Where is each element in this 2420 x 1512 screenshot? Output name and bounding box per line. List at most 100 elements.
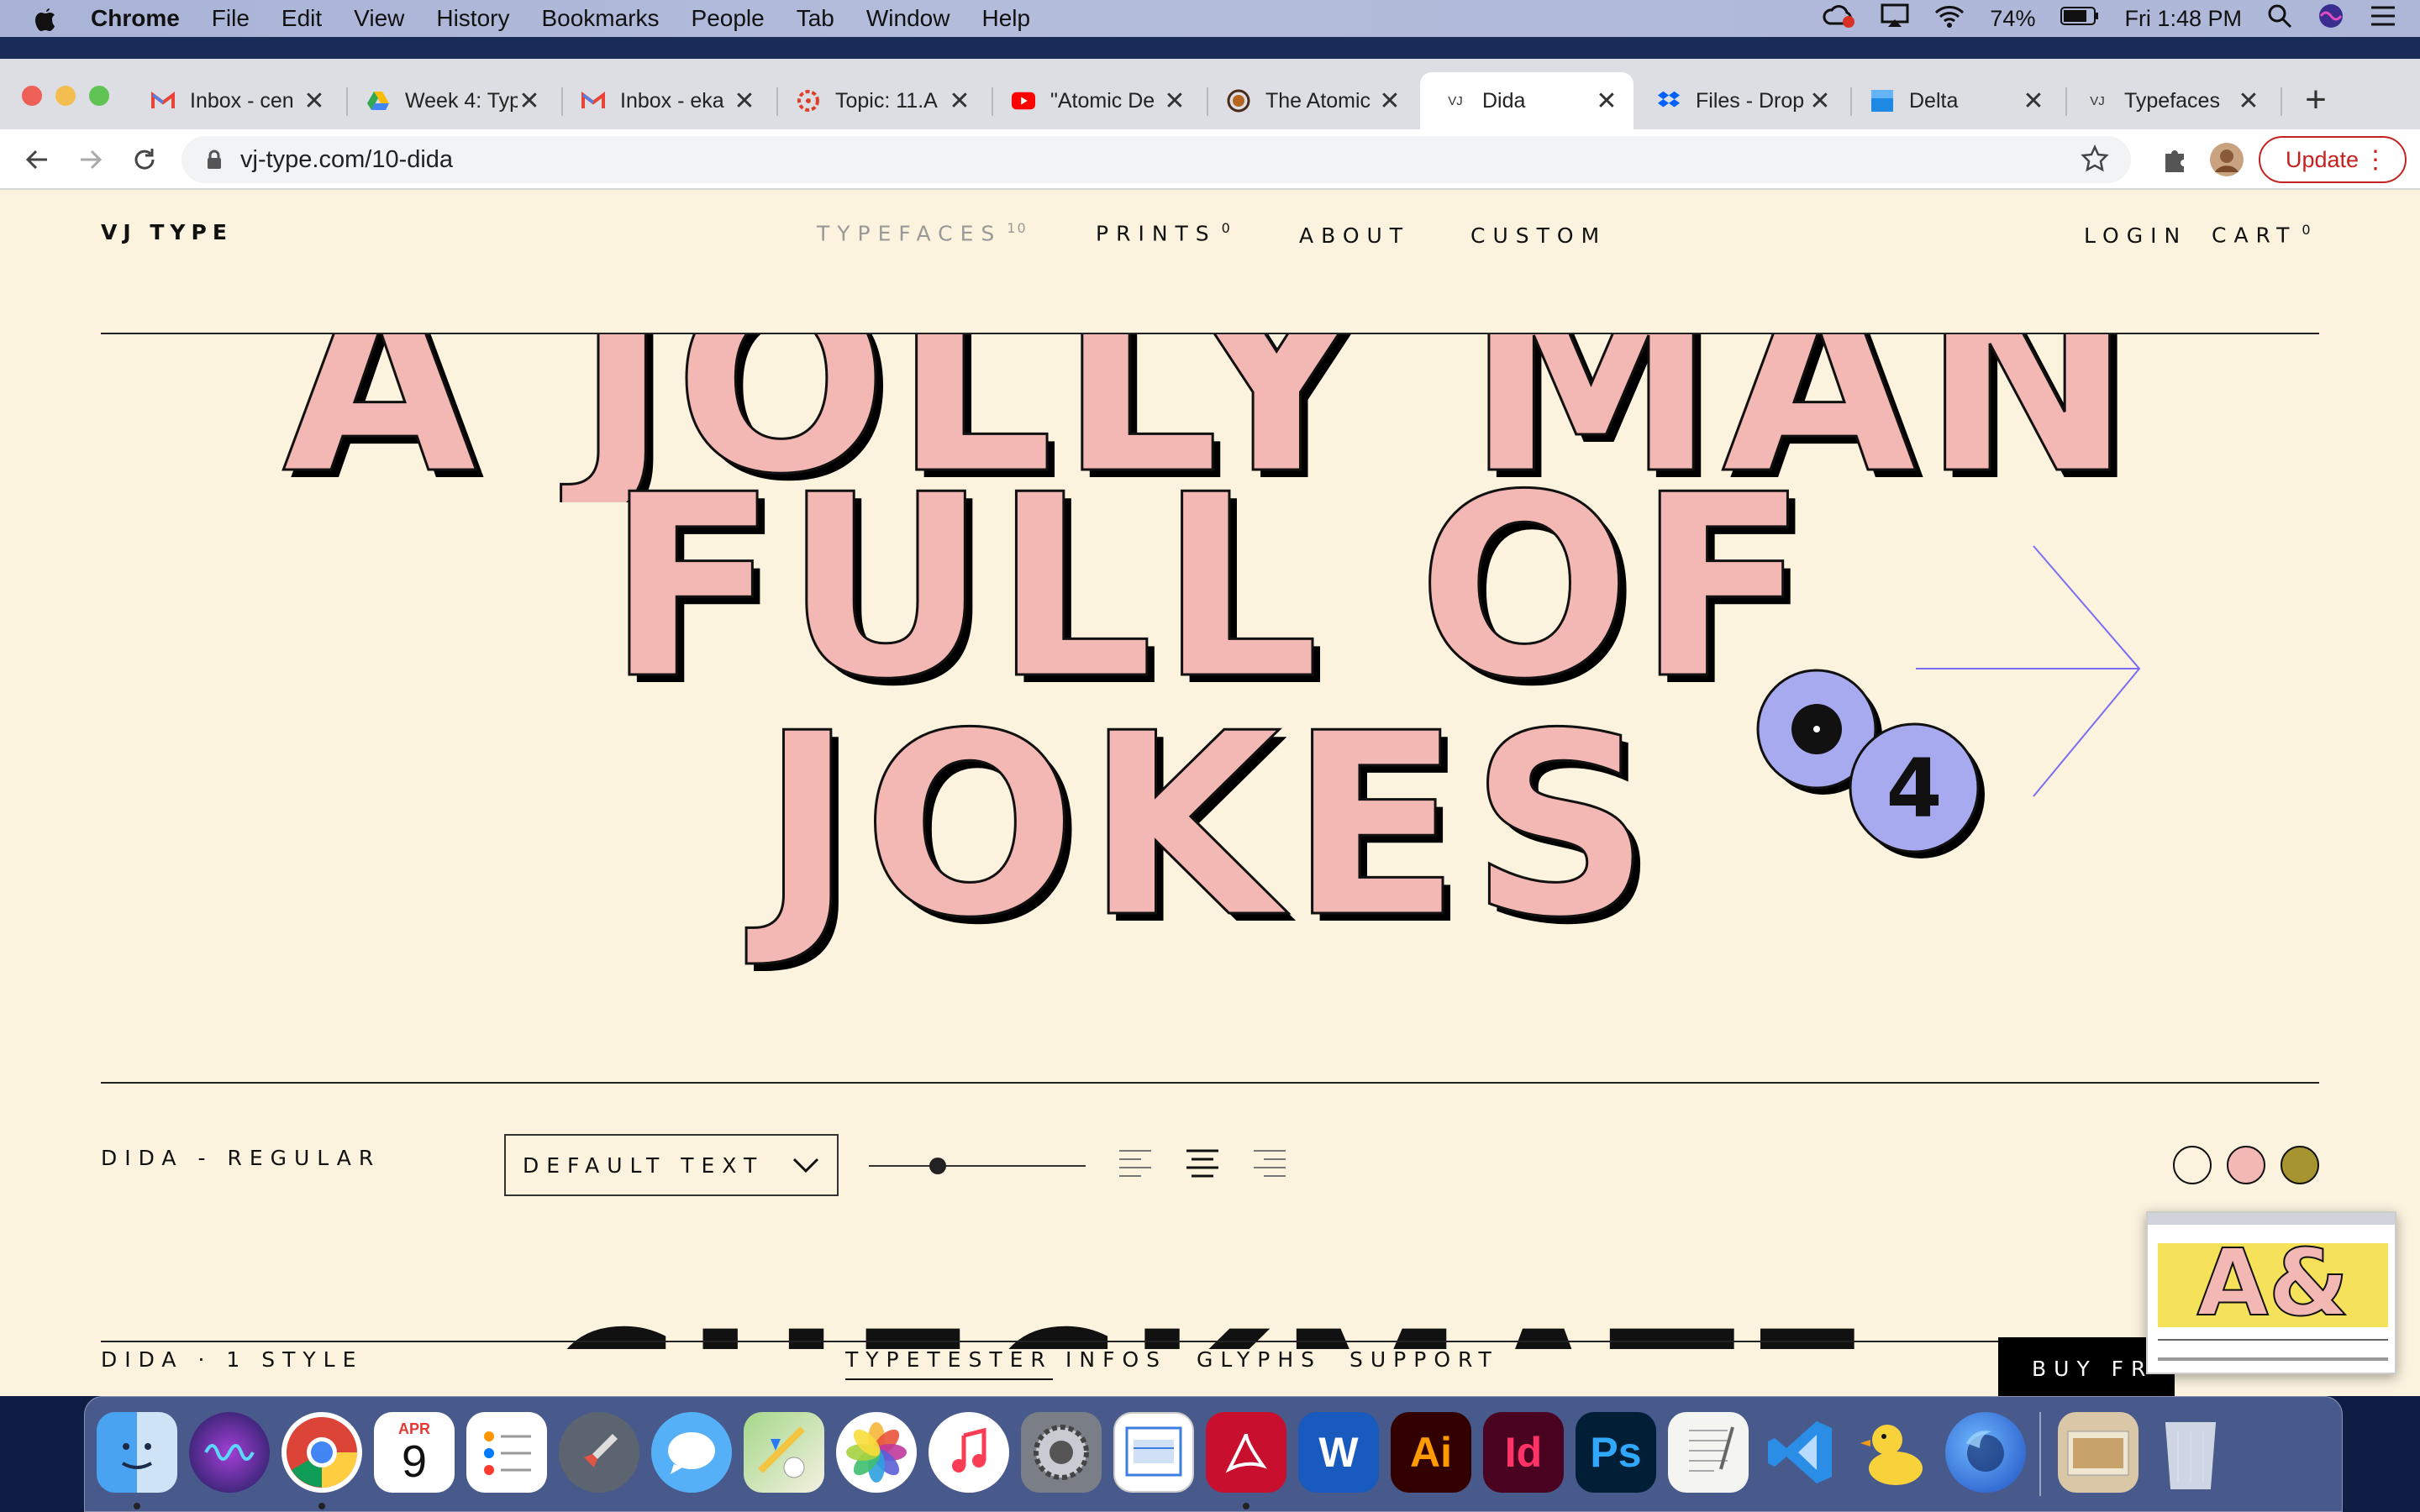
reminders-app-icon[interactable] xyxy=(466,1412,547,1493)
menu-window[interactable]: Window xyxy=(866,5,950,32)
tab-close-icon[interactable]: ✕ xyxy=(302,87,326,116)
system-preferences-icon[interactable] xyxy=(1021,1412,1102,1493)
menu-history[interactable]: History xyxy=(436,5,509,32)
cyberduck-app-icon[interactable] xyxy=(1853,1412,1933,1493)
photos-app-icon[interactable] xyxy=(836,1412,917,1493)
swatch-pink[interactable] xyxy=(2227,1146,2265,1184)
indesign-app-icon[interactable]: Id xyxy=(1483,1412,1564,1493)
close-window-button[interactable] xyxy=(22,86,42,106)
more-menu-icon[interactable]: ⋮ xyxy=(2363,146,2388,175)
calendar-app-icon[interactable]: APR 9 xyxy=(374,1412,455,1493)
tab-inbox-2[interactable]: Inbox - eka ✕ xyxy=(558,72,771,129)
vj-icon: VJ xyxy=(2086,89,2109,113)
launchpad-app-icon[interactable] xyxy=(559,1412,639,1493)
swatch-cream[interactable] xyxy=(2173,1146,2212,1184)
tab-close-icon[interactable]: ✕ xyxy=(733,87,756,116)
tab-close-icon[interactable]: ✕ xyxy=(518,87,541,116)
tab-typefaces[interactable]: VJ Typefaces ✕ xyxy=(2062,72,2275,129)
menu-view[interactable]: View xyxy=(354,5,404,32)
thumbnail-glyphs: A& xyxy=(2196,1228,2349,1337)
profile-avatar[interactable] xyxy=(2208,141,2245,178)
screenshot-thumbnail[interactable]: A& xyxy=(2146,1211,2396,1374)
address-bar[interactable]: vj-type.com/10-dida xyxy=(182,136,2131,183)
preview-app-icon[interactable] xyxy=(1113,1412,1194,1493)
menu-people[interactable]: People xyxy=(692,5,765,32)
wifi-icon[interactable] xyxy=(1934,4,1965,34)
sample-text-select[interactable]: DEFAULT TEXT xyxy=(504,1134,839,1196)
font-size-slider[interactable] xyxy=(869,1156,1086,1176)
tab-atomic-video[interactable]: "Atomic De ✕ xyxy=(988,72,1202,129)
update-button[interactable]: Update ⋮ xyxy=(2259,136,2407,183)
battery-icon[interactable] xyxy=(2060,5,2099,32)
apple-menu-icon[interactable] xyxy=(34,5,67,32)
menu-bookmarks[interactable]: Bookmarks xyxy=(541,5,659,32)
tab-glyphs[interactable]: GLYPHS xyxy=(1197,1347,1322,1372)
lock-icon[interactable] xyxy=(202,150,227,170)
align-center-icon[interactable] xyxy=(1185,1147,1220,1179)
maps-app-icon[interactable] xyxy=(744,1412,824,1493)
tab-close-icon[interactable]: ✕ xyxy=(948,87,971,116)
tab-close-icon[interactable]: ✕ xyxy=(1163,87,1186,116)
word-app-icon[interactable]: W xyxy=(1298,1412,1379,1493)
menu-file[interactable]: File xyxy=(212,5,250,32)
tab-close-icon[interactable]: ✕ xyxy=(2237,87,2260,116)
indesign-label: Id xyxy=(1504,1429,1543,1476)
downloads-stack-icon[interactable] xyxy=(2058,1412,2139,1493)
maximize-window-button[interactable] xyxy=(89,86,109,106)
control-center-icon[interactable] xyxy=(2370,4,2396,34)
vj-type-page: VJ TYPE TYPEFACES 10 PRINTS 0 ABOUT CUSTOM… xyxy=(0,190,2420,1396)
illustrator-app-icon[interactable]: Ai xyxy=(1391,1412,1471,1493)
firefox-app-icon[interactable] xyxy=(1945,1412,2026,1493)
tab-title: Typefaces xyxy=(2124,88,2220,113)
tab-support[interactable]: SUPPORT xyxy=(1349,1347,1499,1372)
slider-thumb[interactable] xyxy=(929,1158,946,1174)
next-arrow-icon[interactable] xyxy=(1912,543,2148,803)
minimize-window-button[interactable] xyxy=(55,86,76,106)
menu-app-chrome[interactable]: Chrome xyxy=(91,5,180,32)
forward-arrow-icon[interactable] xyxy=(72,141,109,178)
tab-week4[interactable]: Week 4: Typ ✕ xyxy=(343,72,556,129)
type-tester-hero: A JOLLY MAN FULL OF JOKES 4 xyxy=(0,190,2420,953)
new-tab-plus-icon[interactable]: + xyxy=(2296,79,2336,121)
vscode-app-icon[interactable] xyxy=(1760,1412,1841,1493)
tab-typetester[interactable]: TYPETESTER xyxy=(845,1347,1053,1380)
airplay-icon[interactable] xyxy=(1881,3,1909,34)
bookmark-star-icon[interactable] xyxy=(2081,144,2109,177)
menu-tab[interactable]: Tab xyxy=(797,5,834,32)
tab-infos[interactable]: INFOS xyxy=(1065,1347,1167,1372)
tab-close-icon[interactable]: ✕ xyxy=(2022,87,2045,116)
siri-icon[interactable] xyxy=(2317,3,2344,35)
tab-inbox-1[interactable]: Inbox - cen ✕ xyxy=(128,72,341,129)
menubar-clock[interactable]: Fri 1:48 PM xyxy=(2124,6,2242,32)
creative-cloud-icon[interactable] xyxy=(1822,3,1855,34)
finder-icon[interactable] xyxy=(97,1412,177,1493)
siri-app-icon[interactable] xyxy=(189,1412,270,1493)
tab-topic[interactable]: Topic: 11.A ✕ xyxy=(773,72,986,129)
textedit-app-icon[interactable] xyxy=(1668,1412,1749,1493)
acrobat-app-icon[interactable] xyxy=(1206,1412,1286,1493)
gmail-icon xyxy=(151,89,175,113)
extensions-puzzle-icon[interactable] xyxy=(2156,141,2193,178)
tab-close-icon[interactable]: ✕ xyxy=(1808,87,1832,116)
url-text[interactable]: vj-type.com/10-dida xyxy=(240,146,453,174)
tab-close-icon[interactable]: ✕ xyxy=(1595,87,1618,116)
tab-dida-active[interactable]: VJ Dida ✕ xyxy=(1420,72,1634,129)
menu-help[interactable]: Help xyxy=(981,5,1030,32)
chrome-app-icon[interactable] xyxy=(281,1412,362,1493)
photoshop-app-icon[interactable]: Ps xyxy=(1576,1412,1656,1493)
tab-the-atomic[interactable]: The Atomic ✕ xyxy=(1203,72,1417,129)
music-app-icon[interactable] xyxy=(929,1412,1009,1493)
align-left-icon[interactable] xyxy=(1118,1147,1153,1179)
messages-app-icon[interactable] xyxy=(651,1412,732,1493)
tab-dropbox[interactable]: Files - Drop ✕ xyxy=(1634,72,1847,129)
reload-icon[interactable] xyxy=(126,141,163,178)
spotlight-search-icon[interactable] xyxy=(2267,3,2292,34)
swatch-olive[interactable] xyxy=(2281,1146,2319,1184)
trash-icon[interactable] xyxy=(2150,1412,2231,1493)
hero-divider xyxy=(101,1082,2319,1084)
align-right-icon[interactable] xyxy=(1252,1147,1287,1179)
tab-close-icon[interactable]: ✕ xyxy=(1378,87,1402,116)
back-arrow-icon[interactable] xyxy=(18,141,55,178)
menu-edit[interactable]: Edit xyxy=(281,5,322,32)
tab-delta[interactable]: Delta ✕ xyxy=(1847,72,2060,129)
